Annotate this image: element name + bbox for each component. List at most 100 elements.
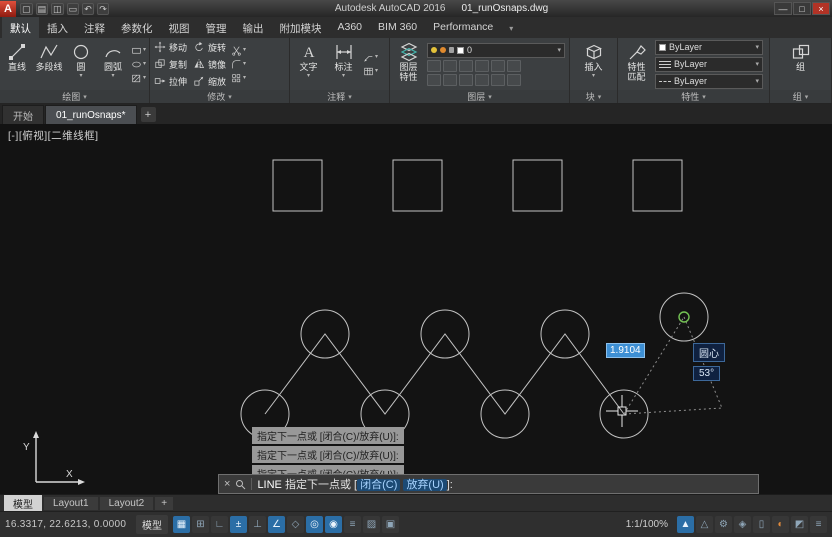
layer-tool-icon[interactable] xyxy=(507,60,521,72)
array-tool-button[interactable]: ▾ xyxy=(231,73,246,84)
layout-tab-3[interactable]: Layout2 xyxy=(100,497,154,510)
minimize-button[interactable]: — xyxy=(774,2,792,15)
layout-tab-1[interactable]: 模型 xyxy=(4,495,42,512)
object-isolate-icon[interactable]: ◐ xyxy=(772,516,789,533)
undo-icon[interactable]: ↶ xyxy=(82,3,94,15)
ribbon-tab-8[interactable]: 附加模块 xyxy=(272,17,330,38)
match-properties-button[interactable]: 特性匹配 xyxy=(620,39,653,89)
rotate-button[interactable]: 旋转 xyxy=(191,39,228,55)
layer-properties-button[interactable]: 图层特性 xyxy=(392,39,425,89)
arc-button[interactable]: 圆弧 ▾ xyxy=(98,39,128,89)
layer-tool-icon[interactable] xyxy=(459,74,473,86)
ribbon-tab-4[interactable]: 参数化 xyxy=(113,17,161,38)
ribbon-tab-3[interactable]: 注释 xyxy=(76,17,113,38)
dynamic-input-icon[interactable]: ± xyxy=(230,516,247,533)
mirror-button[interactable]: 镜像 xyxy=(191,56,228,72)
object-color-select[interactable]: ByLayer▾ xyxy=(655,40,763,55)
command-input[interactable]: LINE 指定下一点或 [闭合(C) 放弃(U)]: xyxy=(257,476,452,492)
object-snap-icon[interactable]: ◉ xyxy=(325,516,342,533)
new-drawing-tab-button[interactable]: + xyxy=(141,107,156,122)
layout-tab-2[interactable]: Layout1 xyxy=(44,497,98,510)
layer-tool-icon[interactable] xyxy=(491,74,505,86)
polyline-button[interactable]: 多段线 xyxy=(34,39,64,89)
dynamic-input-field[interactable]: 1.9104 xyxy=(606,343,645,358)
layer-tool-icon[interactable] xyxy=(507,74,521,86)
transparency-icon[interactable]: ▨ xyxy=(363,516,380,533)
file-tab-2[interactable]: 01_runOsnaps* xyxy=(45,105,137,124)
text-button[interactable]: A 文字 ▾ xyxy=(292,39,325,89)
annotation-scale-button[interactable]: 1:1/100% xyxy=(622,517,672,532)
new-layout-button[interactable]: + xyxy=(155,497,173,510)
copy-button[interactable]: 复制 xyxy=(152,56,189,72)
annotation-autoscale-icon[interactable]: △ xyxy=(696,516,713,533)
command-search-icon[interactable] xyxy=(235,479,246,490)
dimension-button[interactable]: 标注 ▾ xyxy=(327,39,360,89)
polar-tracking-icon[interactable]: ∠ xyxy=(268,516,285,533)
save-file-icon[interactable]: ◫ xyxy=(51,3,64,15)
drawing-canvas[interactable]: XY [-][俯视][二维线框] 1.9104 圆心 53° 指定下一点或 [闭… xyxy=(0,124,832,494)
file-tab-1[interactable]: 开始 xyxy=(2,105,44,124)
new-file-icon[interactable]: ▢ xyxy=(20,3,33,15)
modify-panel-footer[interactable]: 修改▾ xyxy=(150,90,289,103)
layer-tool-icon[interactable] xyxy=(443,60,457,72)
layer-tool-icon[interactable] xyxy=(427,74,441,86)
ortho-mode-icon[interactable]: ⊥ xyxy=(249,516,266,533)
open-file-icon[interactable]: ▤ xyxy=(36,3,49,15)
layer-tool-icon[interactable] xyxy=(491,60,505,72)
workspace-switching-icon[interactable]: ⚙ xyxy=(715,516,732,533)
snap-mode-icon[interactable]: ⊞ xyxy=(192,516,209,533)
ribbon-tab-5[interactable]: 视图 xyxy=(161,17,198,38)
line-button[interactable]: 直线 xyxy=(2,39,32,89)
command-line[interactable]: × LINE 指定下一点或 [闭合(C) 放弃(U)]: xyxy=(218,474,759,494)
selection-cycling-icon[interactable]: ▣ xyxy=(382,516,399,533)
ribbon-collapse-icon[interactable]: ▾ xyxy=(501,17,521,38)
close-button[interactable]: × xyxy=(812,2,830,15)
hatch-tool-button[interactable]: ▾ xyxy=(131,73,146,84)
scale-button[interactable]: 缩放 xyxy=(191,73,228,89)
layer-select[interactable]: 0 ▾ xyxy=(427,43,565,58)
annotation-visibility-icon[interactable]: ▲ xyxy=(677,516,694,533)
layer-tool-icon[interactable] xyxy=(475,74,489,86)
groups-panel-footer[interactable]: 组▾ xyxy=(770,90,831,103)
layers-panel-footer[interactable]: 图层▾ xyxy=(390,90,569,103)
trim-tool-button[interactable]: ▾ xyxy=(231,45,246,56)
ellipse-tool-button[interactable]: ▾ xyxy=(131,59,146,70)
ribbon-tab-11[interactable]: Performance xyxy=(425,17,501,38)
group-button[interactable]: 组 xyxy=(784,39,817,89)
lineweight-icon[interactable]: ≡ xyxy=(344,516,361,533)
quick-properties-icon[interactable]: ▯ xyxy=(753,516,770,533)
insert-block-button[interactable]: 插入 ▾ xyxy=(577,39,610,89)
rectangle-tool-button[interactable]: ▾ xyxy=(131,45,146,56)
object-snap-tracking-icon[interactable]: ◎ xyxy=(306,516,323,533)
redo-icon[interactable]: ↷ xyxy=(97,3,109,15)
draw-panel-footer[interactable]: 绘图▾ xyxy=(0,90,149,103)
command-option[interactable]: 闭合(C) xyxy=(357,479,400,491)
leader-tool-button[interactable]: ▾ xyxy=(363,52,378,63)
stretch-button[interactable]: 拉伸 xyxy=(152,73,189,89)
isometric-drafting-icon[interactable]: ◇ xyxy=(287,516,304,533)
table-tool-button[interactable]: ▾ xyxy=(363,66,378,77)
layer-tool-icon[interactable] xyxy=(427,60,441,72)
ribbon-tab-7[interactable]: 输出 xyxy=(235,17,272,38)
autocad-logo-icon[interactable]: A xyxy=(0,1,16,17)
annotation-monitor-icon[interactable]: ◈ xyxy=(734,516,751,533)
infer-constraints-icon[interactable]: ∟ xyxy=(211,516,228,533)
command-option[interactable]: 放弃(U) xyxy=(403,479,446,491)
block-panel-footer[interactable]: 块▾ xyxy=(570,90,617,103)
properties-panel-footer[interactable]: 特性▾ xyxy=(618,90,769,103)
maximize-button[interactable]: □ xyxy=(793,2,811,15)
status-customization-icon[interactable]: ≡ xyxy=(810,516,827,533)
ribbon-tab-9[interactable]: A360 xyxy=(330,17,371,38)
layer-tool-icon[interactable] xyxy=(459,60,473,72)
graphics-performance-icon[interactable]: ◩ xyxy=(791,516,808,533)
linetype-select[interactable]: ByLayer▾ xyxy=(655,74,763,89)
model-space-button[interactable]: 模型 xyxy=(136,515,168,534)
ribbon-tab-6[interactable]: 管理 xyxy=(198,17,235,38)
circle-button[interactable]: 圆 ▾ xyxy=(66,39,96,89)
ribbon-tab-1[interactable]: 默认 xyxy=(2,17,39,38)
ribbon-tab-2[interactable]: 插入 xyxy=(39,17,76,38)
grid-icon[interactable]: ▦ xyxy=(173,516,190,533)
lineweight-select[interactable]: ByLayer▾ xyxy=(655,57,763,72)
close-icon[interactable]: × xyxy=(224,478,230,490)
layer-tool-icon[interactable] xyxy=(443,74,457,86)
